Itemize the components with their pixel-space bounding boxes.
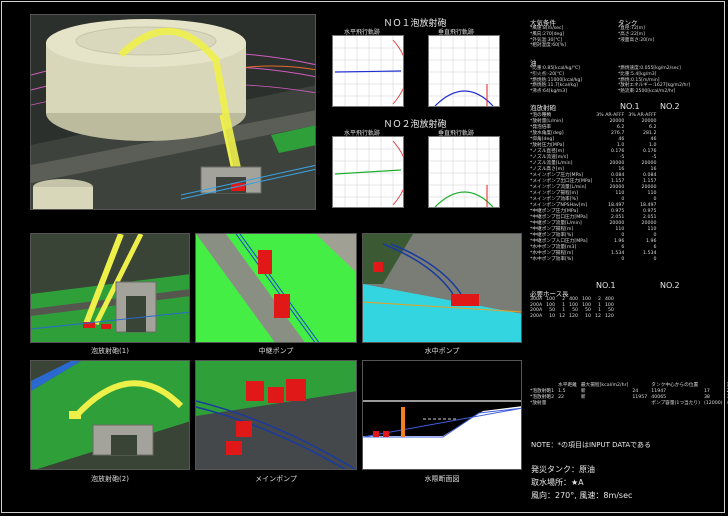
pump-row-cell: タンク中心からの位置	[651, 383, 699, 388]
hose-row-cell: 10	[585, 314, 591, 320]
hose-row-cell: 300A	[530, 297, 543, 303]
pump-row: 水平距離最大揚程[kcal/m2/hr]タンク中心からの位置流量[m]	[528, 382, 728, 388]
foam-row-cell: 0	[621, 256, 625, 262]
main-3d-view[interactable]	[30, 14, 316, 210]
pump-row-cell: ポンプ容量(1つ当たり)	[651, 401, 700, 406]
pump-row-cell	[579, 400, 630, 406]
no2-vertical-plot	[428, 136, 500, 208]
hose-row: 200A 10 12 120 10 12 120	[528, 314, 616, 320]
pump-table: 水平距離最大揚程[kcal/m2/hr]タンク中心からの位置流量[m]*泡放射砲…	[528, 382, 728, 406]
view-foam-cannon-1[interactable]	[30, 233, 190, 343]
oil-left: *比重:0.85[kcal/kg/℃] *引火点:-20[℃] *燃焼熱:110…	[530, 66, 583, 95]
hose-col1: NO.1	[596, 281, 616, 290]
foam-row-cell: 3% AR-AFFF	[628, 112, 657, 118]
hose-row-cell: 200A	[530, 308, 543, 314]
weather-lines: *風速:8[m/sec] *風向:270[deg] *外気温:30[℃] *相対…	[530, 26, 567, 49]
pump-row-cell	[556, 400, 579, 406]
view-relay-pump[interactable]	[195, 233, 357, 343]
foam-row-cell: *水中ポンプ効率[%]	[530, 257, 574, 262]
foam-row: *水中ポンプ効率[%] 0 0	[528, 256, 658, 263]
no1-horizontal-plot	[332, 35, 404, 107]
pump-row-cell: (12000)	[703, 400, 723, 406]
caption-view6: 水際断面図	[424, 475, 460, 483]
foam-row-cell: 3% AR-AFFF	[596, 112, 625, 118]
tank-lines: *直径:72[m] *高さ:22[m] *液面高さ:20[m]	[618, 26, 655, 43]
view-submersible-pump[interactable]	[362, 233, 522, 343]
pump-row-cell: *放射量	[530, 401, 547, 406]
pump-row-cell: 最大揚程[kcal/m2/hr]	[580, 383, 629, 388]
pump-row-cell	[630, 400, 649, 406]
caption-view3: 水中ポンプ	[424, 347, 460, 355]
pump-row-cell: 水平距離	[558, 383, 577, 388]
hose-table: 300A 100 2 400 100 2 400 200A 100 1 100 100 1 100 200A…	[528, 297, 616, 319]
hose-row-cell: 200A	[530, 314, 543, 320]
foam-col1: NO.1	[620, 102, 640, 111]
foam-col2: NO.2	[660, 102, 680, 111]
oil-right: *燃焼速度:0.055[kg/m2/sec] *比重:5.4[kg/m3] *燃…	[618, 66, 691, 95]
hose-row-cell: 12	[594, 314, 601, 320]
foam-row-cell: 0	[653, 256, 657, 262]
caption-view4: 泡放射砲(2)	[91, 475, 129, 483]
footer-wind: 風向：270°, 風速：8m/sec	[531, 491, 633, 500]
hose-row-cell: 10	[549, 314, 556, 320]
pump-row: *放射量 ポンプ容量(1つ当たり)(12000)40[m3]	[528, 400, 728, 407]
hose-col2: NO.2	[660, 281, 680, 290]
view-main-pump[interactable]	[195, 360, 357, 470]
hose-row-cell: 12	[559, 314, 566, 320]
foam-table: *泡の種類 3% AR-AFFF 3% AR-AFFF *放射量[L/min] 2000…	[528, 112, 658, 263]
note-text: NOTE：*の項目はINPUT DATAである	[531, 441, 652, 449]
caption-view5: メインポンプ	[255, 475, 297, 483]
pump-row-cell: 11957	[632, 394, 648, 400]
view-waterside-section[interactable]	[362, 360, 522, 470]
pump-row-cell: 40[m3]	[725, 400, 728, 406]
footer-site: 取水場所：★A	[531, 478, 584, 487]
no1-vertical-plot	[428, 35, 500, 107]
foam-title: 泡放射砲	[530, 104, 556, 112]
footer-fire-tank: 発災タンク：原油	[531, 465, 595, 474]
no2-horizontal-plot	[332, 136, 404, 208]
caption-view1: 泡放射砲(1)	[91, 347, 129, 355]
main-scene	[31, 15, 315, 209]
hose-row-cell: 120	[569, 314, 579, 320]
caption-view2: 中継ポンプ	[258, 347, 294, 355]
hose-row-cell: 120	[604, 314, 614, 320]
view-foam-cannon-2[interactable]	[30, 360, 190, 470]
